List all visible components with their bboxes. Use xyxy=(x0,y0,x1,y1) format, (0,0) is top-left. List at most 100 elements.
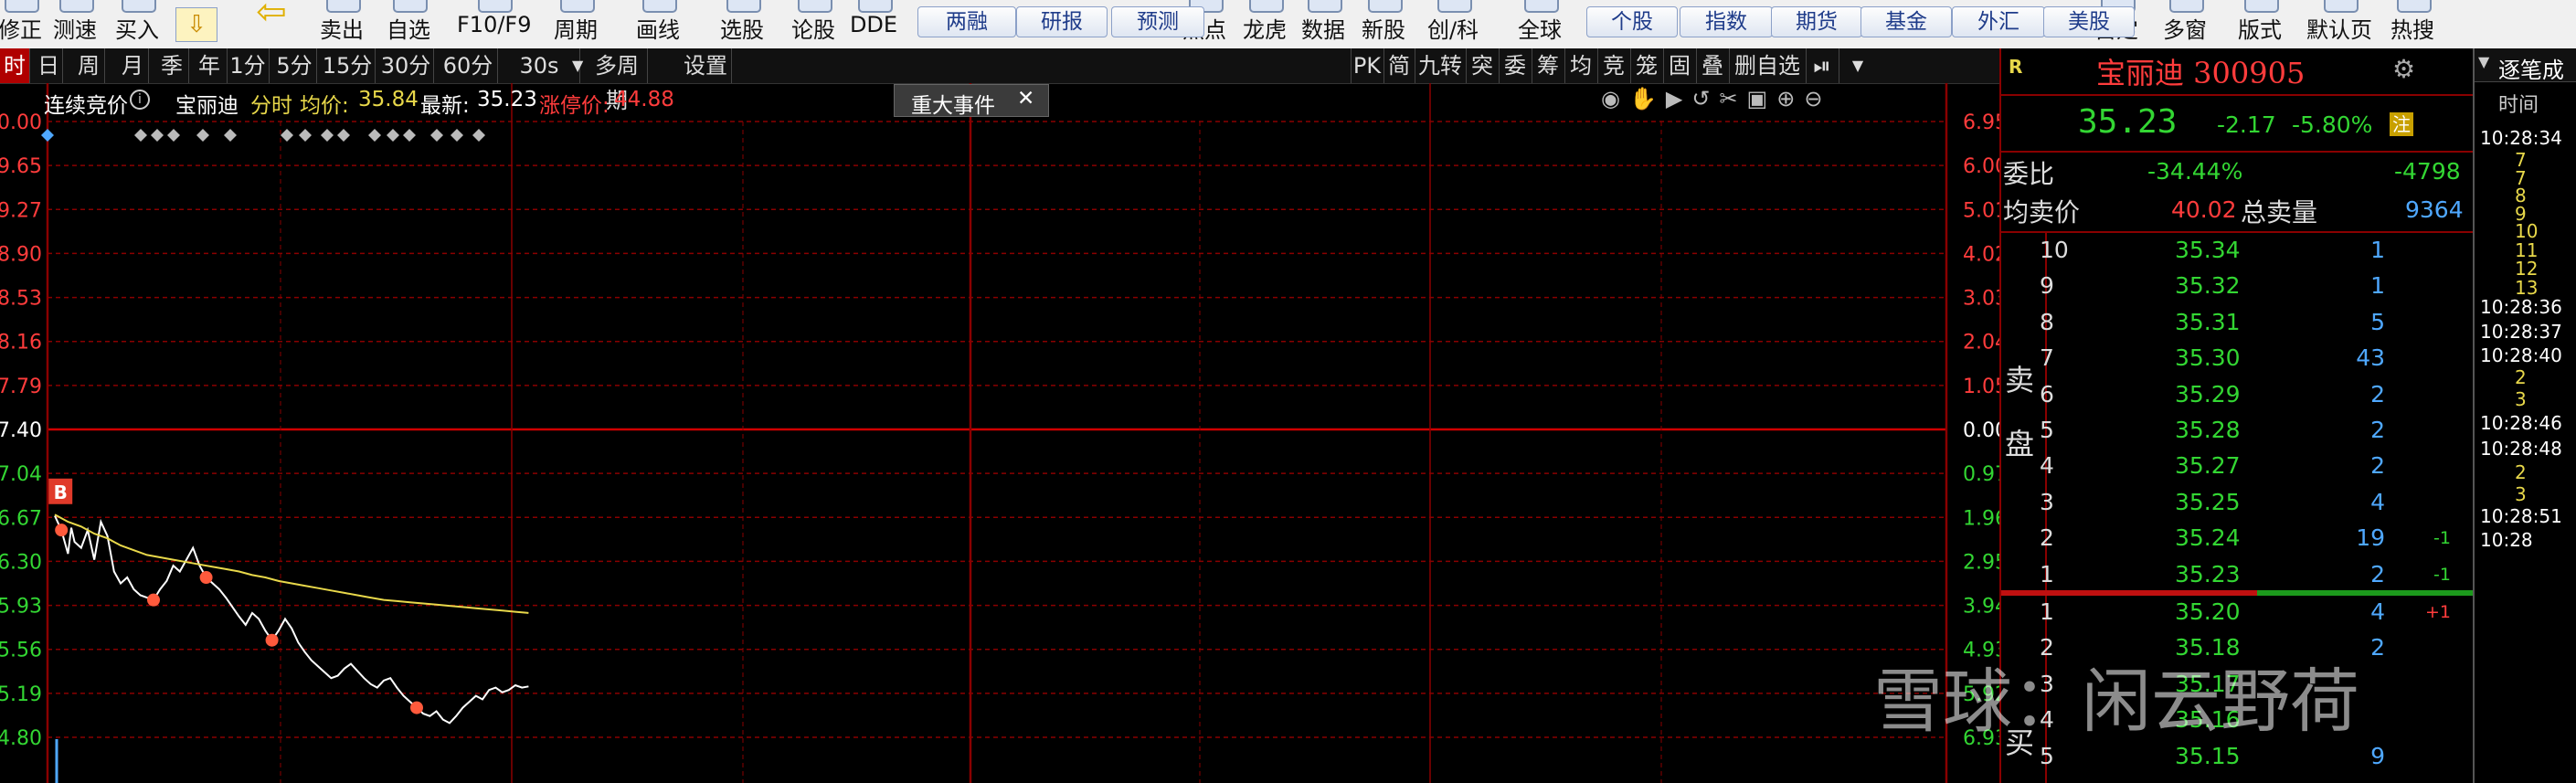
scissors-icon[interactable]: ✂ xyxy=(1719,86,1746,111)
pct-tick-label: 4.02% xyxy=(1963,243,1999,266)
chevron-down-icon[interactable]: ▼ xyxy=(1839,48,1876,83)
tool-tab-9[interactable]: 固 xyxy=(1663,48,1695,83)
event-marker xyxy=(368,129,381,142)
tick-row: 10:28:36 xyxy=(2480,296,2562,318)
tool-tab-3[interactable]: 突 xyxy=(1466,48,1498,83)
stock-name-label: 宝丽迪 xyxy=(175,94,239,118)
toolbar-item[interactable]: 画线 xyxy=(621,0,694,48)
pct-tick-label: 1.96% xyxy=(1963,507,1999,530)
avg-sell-label: 均卖价 xyxy=(2003,197,2081,227)
toolbar-button[interactable]: 外汇 xyxy=(1952,6,2045,37)
chevron-down-icon[interactable]: ▼ xyxy=(2478,53,2489,70)
ask-level: 3 xyxy=(2040,488,2054,515)
toolbar-button[interactable]: 美股 xyxy=(2043,6,2135,37)
tab-11[interactable]: 30s xyxy=(499,48,580,83)
undo-icon[interactable]: ↺ xyxy=(1691,86,1719,111)
tool-tab-11[interactable]: 删自选 xyxy=(1729,48,1805,83)
ask-price: 35.32 xyxy=(2175,272,2241,300)
tab-9[interactable]: 30分 xyxy=(378,48,434,83)
ask-price: 35.25 xyxy=(2175,488,2241,515)
toolbar-item[interactable]: 自选 xyxy=(372,0,445,48)
toolbar-button[interactable]: 两融 xyxy=(917,6,1016,37)
toolbar-button[interactable]: 研报 xyxy=(1016,6,1108,37)
zoom-in-icon[interactable]: ⊕ xyxy=(1776,86,1804,111)
tool-tab-0[interactable]: PK xyxy=(1351,48,1383,83)
collapse-icon[interactable]: ⏯ xyxy=(1806,48,1838,83)
tab-10[interactable]: 60分 xyxy=(439,48,498,83)
tool-tab-6[interactable]: 均 xyxy=(1564,48,1596,83)
eye-icon[interactable]: ◉ xyxy=(1601,86,1629,111)
tab-3[interactable]: 月 xyxy=(117,48,149,83)
toolbar-item[interactable]: 创/科 xyxy=(1416,0,1489,48)
tick-header[interactable]: ▼ 逐笔成 xyxy=(2475,48,2576,83)
toolbar-item[interactable]: 周期 xyxy=(539,0,612,48)
event-marker xyxy=(134,129,147,142)
last-price-value: 35.23 xyxy=(477,88,537,111)
tab-12[interactable]: 多周期 xyxy=(587,48,648,113)
tool-tab-4[interactable]: 委 xyxy=(1499,48,1531,83)
toolbar-item[interactable]: 卖出 xyxy=(305,0,378,48)
tab-2[interactable]: 周 xyxy=(73,48,105,83)
toolbar-item[interactable]: 热搜 xyxy=(2376,0,2449,48)
toolbar-button[interactable]: 预测 xyxy=(1111,6,1204,37)
toolbar-button[interactable]: 个股 xyxy=(1586,6,1678,37)
y-tick-label: 38.53 xyxy=(0,288,42,311)
hand-icon[interactable]: ✋ xyxy=(1629,86,1666,111)
watermark: 雪球：闲云野荷 xyxy=(1873,661,2359,742)
toolbar-button[interactable]: 期货 xyxy=(1771,6,1862,37)
toolbar-item[interactable]: F10/F9 xyxy=(457,0,532,48)
event-marker xyxy=(451,129,463,142)
notice-tag[interactable]: 注 xyxy=(2390,112,2413,136)
tick-row: 3 xyxy=(2515,483,2527,505)
pct-tick-label: 2.04% xyxy=(1963,332,1999,354)
trade-marker xyxy=(265,633,279,647)
toolbar-item[interactable]: 买入 xyxy=(101,0,174,48)
tab-1[interactable]: 日 xyxy=(35,48,63,83)
chevron-down-icon[interactable]: ▼ xyxy=(572,48,583,83)
lock-icon[interactable]: ▣ xyxy=(1747,86,1777,111)
zoom-out-icon[interactable]: ⊖ xyxy=(1804,86,1831,111)
down-arrow-icon[interactable]: ⇩ xyxy=(175,7,217,42)
tab-0[interactable]: 时 xyxy=(0,48,30,83)
tab-5[interactable]: 年 xyxy=(192,48,228,83)
period-tab-bar: 时日周月季年 1分 5分 15分 30分 60分 30s 多周期 设置 ▼ PK 简九转突委筹均竞笼固… xyxy=(0,48,1999,113)
tab-6[interactable]: 1分 xyxy=(227,48,270,83)
toolbar-item[interactable]: 全球 xyxy=(1503,0,1576,48)
event-tab-label: 重大事件 xyxy=(911,94,995,118)
toolbar-item[interactable]: 选股 xyxy=(705,0,779,48)
tool-tab-7[interactable]: 竞 xyxy=(1597,48,1629,83)
toolbar-icon xyxy=(642,0,677,13)
toolbar-item[interactable]: 多窗 xyxy=(2148,0,2221,48)
tab-7[interactable]: 5分 xyxy=(272,48,317,83)
close-icon[interactable]: ✕ xyxy=(1017,87,1034,111)
gear-icon[interactable]: ⚙ xyxy=(2392,54,2415,84)
tick-row: 10:28:51 xyxy=(2480,505,2562,527)
bid-price: 35.20 xyxy=(2175,598,2241,625)
toolbar-item[interactable]: 默认页 xyxy=(2303,0,2376,48)
toolbar-button[interactable]: 基金 xyxy=(1860,6,1952,37)
toolbar-icon xyxy=(393,0,428,13)
tool-tab-5[interactable]: 筹 xyxy=(1532,48,1564,83)
toolbar-icon xyxy=(2244,0,2279,13)
event-marker xyxy=(403,129,416,142)
tool-tab-10[interactable]: 叠 xyxy=(1696,48,1728,83)
play-icon[interactable]: ▶ xyxy=(1666,86,1691,111)
y-tick-label: 38.16 xyxy=(0,332,42,354)
toolbar-item[interactable]: 新股 xyxy=(1347,0,1420,48)
back-arrow-icon[interactable]: ⇦ xyxy=(239,0,303,30)
ask-change xyxy=(2396,376,2451,413)
pct-tick-label: 6.00% xyxy=(1963,155,1999,178)
tab-8[interactable]: 15分 xyxy=(320,48,376,83)
divider xyxy=(2001,151,2475,153)
tab-4[interactable]: 季 xyxy=(155,48,189,83)
toolbar-button[interactable]: 指数 xyxy=(1680,6,1773,37)
tab-13[interactable]: 设置 xyxy=(680,48,732,83)
info-icon[interactable]: i xyxy=(130,90,150,110)
tool-tab-2[interactable]: 九转 xyxy=(1415,48,1465,83)
tool-tab-1[interactable]: 简 xyxy=(1383,48,1414,83)
tool-tab-8[interactable]: 笼 xyxy=(1630,48,1662,83)
event-tab[interactable]: 重大事件 ✕ xyxy=(894,84,1049,118)
ask-change: -1 xyxy=(2433,564,2451,585)
toolbar-item[interactable]: DDE xyxy=(837,0,910,48)
toolbar-item[interactable]: 版式 xyxy=(2223,0,2296,48)
